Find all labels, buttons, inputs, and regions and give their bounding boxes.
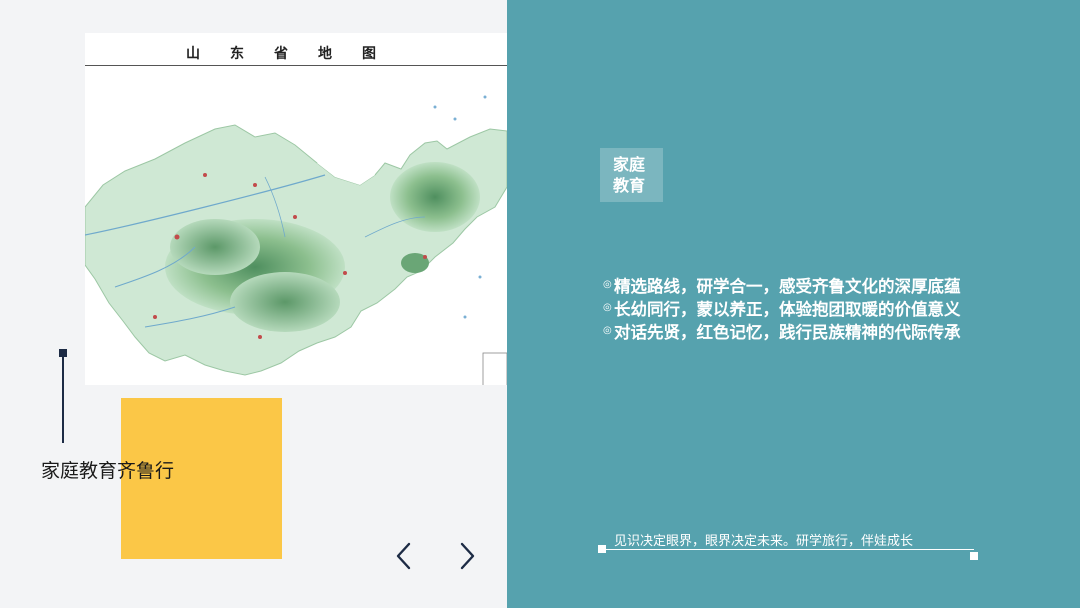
marker-square xyxy=(59,349,67,357)
next-button[interactable] xyxy=(453,540,481,572)
section-tag-line2: 教育 xyxy=(613,176,646,195)
motto-underline xyxy=(602,549,974,550)
chevron-left-icon xyxy=(396,542,411,570)
bullet-circle-icon: ◎ xyxy=(603,325,612,336)
map-illustration xyxy=(85,67,507,385)
bullet-circle-icon: ◎ xyxy=(603,302,612,313)
page-caption: 家庭教育齐鲁行 xyxy=(41,460,175,482)
bullet-item: ◎ 精选路线，研学合一，感受齐鲁文化的深厚底蕴 xyxy=(603,273,1063,296)
bullet-circle-icon: ◎ xyxy=(603,279,612,290)
marker-line xyxy=(62,357,64,443)
chevron-right-icon xyxy=(460,542,475,570)
bullet-item: ◎ 长幼同行，蒙以养正，体验抱团取暖的价值意义 xyxy=(603,296,1063,319)
section-tag-line1: 家庭 xyxy=(613,155,646,174)
bullet-text: 对话先贤，红色记忆，践行民族精神的代际传承 xyxy=(614,322,961,342)
bullet-text: 长幼同行，蒙以养正，体验抱团取暖的价值意义 xyxy=(614,299,961,319)
map-title-divider xyxy=(85,65,507,66)
shandong-map: 山东省地图 xyxy=(85,33,507,385)
motto-text: 见识决定眼界，眼界决定未来。研学旅行，伴娃成长 xyxy=(614,534,914,549)
prev-button[interactable] xyxy=(390,540,418,572)
bullet-list: ◎ 精选路线，研学合一，感受齐鲁文化的深厚底蕴 ◎ 长幼同行，蒙以养正，体验抱团… xyxy=(603,273,1063,342)
motto-dot-right xyxy=(970,552,978,560)
section-tag: 家庭 教育 xyxy=(600,148,663,202)
motto-dot-left xyxy=(598,545,606,553)
bullet-item: ◎ 对话先贤，红色记忆，践行民族精神的代际传承 xyxy=(603,319,1063,342)
map-title: 山东省地图 xyxy=(186,46,406,62)
bullet-text: 精选路线，研学合一，感受齐鲁文化的深厚底蕴 xyxy=(614,276,961,296)
